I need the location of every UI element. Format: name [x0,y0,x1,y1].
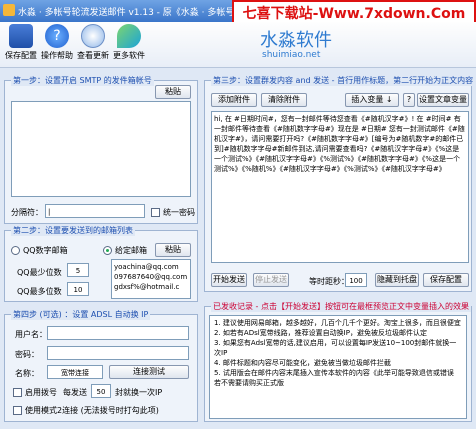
step2-paste-button[interactable]: 粘贴 [155,243,191,257]
dialup-name-input[interactable]: 宽带连接 [47,365,103,379]
log-list[interactable]: 1. 建议使用网易邮箱，越多越好，几百个几千个更好。淘宝上很多，而且很便宜 2.… [209,315,467,419]
test-connection-button[interactable]: 连接测试 [109,365,189,379]
save-config-button[interactable]: 保存配置 [4,24,38,61]
step2-title: 第二步：设置要发送到的邮箱列表 [11,225,135,236]
insert-variable-button[interactable]: 插入变量 ↓ [345,93,399,107]
qq-max-label: QQ最多位数 [17,287,62,296]
qq-min-input[interactable]: 5 [67,263,89,277]
unified-password-checkbox[interactable]: 统一密码 [151,207,195,218]
log-line: 4. 邮件标题和内容尽可能变化，避免被当做垃圾邮件拦截 [214,359,391,367]
log-line: 5. 试用版会在邮件内容末尾插入宣传本软件的内容《此举可能导致退信或错误 若不需… [214,369,454,387]
username-input[interactable] [47,326,189,340]
check-update-button[interactable]: 查看更新 [76,24,110,61]
qq-number-radio[interactable]: QQ数字邮箱 [11,245,68,256]
log-line: 2. 如若有ADsl宽带线路，推荐设置自动换IP，避免被反垃圾邮件认定 [214,329,427,337]
save-icon [9,24,33,48]
send-count-label: 每发送 [63,388,87,397]
step1-title: 第一步：设置开启 SMTP 的发件箱帐号 [11,75,154,86]
separator-label: 分隔符： [11,208,43,217]
send-count-input[interactable]: 50 [91,384,111,398]
update-icon [81,24,105,48]
stop-send-button[interactable]: 停止发送 [253,273,289,287]
step1-paste-button[interactable]: 粘贴 [155,85,191,99]
dialup-name-label: 名称： [15,369,39,378]
set-article-variable-button[interactable]: 设置文章变量 [417,93,469,107]
interval-label: 等时距秒： [309,277,349,286]
password-input[interactable] [47,346,189,360]
hide-to-tray-button[interactable]: 隐藏到托盘 [375,273,419,287]
recipient-list-textarea[interactable]: yoachina@qq.com 097687640@qq.com gdxsf%@… [111,259,191,299]
sender-accounts-textarea[interactable] [11,101,191,197]
toolbar: 保存配置 ? 操作帮助 查看更新 更多软件 [0,22,476,68]
username-label: 用户名： [15,330,47,339]
step1-panel: 第一步：设置开启 SMTP 的发件箱帐号 粘贴 分隔符： | 统一密码 [4,75,198,224]
add-attachment-button[interactable]: 添加附件 [211,93,257,107]
step2-panel: 第二步：设置要发送到的邮箱列表 QQ数字邮箱 给定邮箱 粘贴 QQ最少位数 5 … [4,225,198,302]
interval-input[interactable]: 100 [345,273,367,287]
content-textarea[interactable]: hi, 在 #日期时间#，您有一封邮件等待您查看《#随机汉字#》! 在 #时间#… [211,111,469,263]
brand-logo: 水淼软件 [260,30,332,51]
clear-attachment-button[interactable]: 清除附件 [261,93,307,107]
log-line: 3. 如果您有Adsl宽带的话,建议启用，可以设置每IP发送10~100封邮件就… [214,339,457,357]
log-line: 1. 建议使用网易邮箱，越多越好，几百个几千个更好。淘宝上很多，而且很便宜 [214,319,461,327]
switch-ip-label: 封就换一次IP [115,388,163,397]
more-software-button[interactable]: 更多软件 [112,24,146,61]
specified-email-radio[interactable]: 给定邮箱 [103,245,147,256]
log-panel: 已发收记录 - 点击【开始发送】按钮可在最框预览正文中变量插入的效果 1. 建议… [204,301,472,422]
start-send-button[interactable]: 开始发送 [211,273,247,287]
step3-title: 第三步：设置群发内容 and 发送 - 首行用作标题，第二行开始为正文内容 [211,75,476,86]
qq-min-label: QQ最少位数 [17,268,62,277]
separator-input[interactable]: | [45,204,145,218]
unified-password-check[interactable] [151,208,160,217]
variable-help-button[interactable]: ? [403,93,415,107]
log-title: 已发收记录 - 点击【开始发送】按钮可在最框预览正文中变量插入的效果 [211,301,471,312]
help-icon: ? [45,24,69,48]
step4-panel: 第四步 (可选) ：设置 ADSL 自动换 IP 用户名： 密码： 名称： 宽带… [4,309,198,422]
save-config-bottom-button[interactable]: 保存配置 [423,273,469,287]
help-button[interactable]: ? 操作帮助 [40,24,74,61]
brand-url: shuimiao.net [262,50,321,60]
more-software-icon [117,24,141,48]
app-icon [3,4,15,16]
step3-panel: 第三步：设置群发内容 and 发送 - 首行用作标题，第二行开始为正文内容 添加… [204,75,476,292]
enable-dialup-checkbox[interactable]: 启用拨号 [13,387,57,398]
step4-title: 第四步 (可选) ：设置 ADSL 自动换 IP [11,309,151,320]
password-label: 密码： [15,350,39,359]
mode2-checkbox[interactable]: 使用模式2连接 (无法拨号时打勾此项) [13,405,159,416]
qq-max-input[interactable]: 10 [67,282,89,296]
